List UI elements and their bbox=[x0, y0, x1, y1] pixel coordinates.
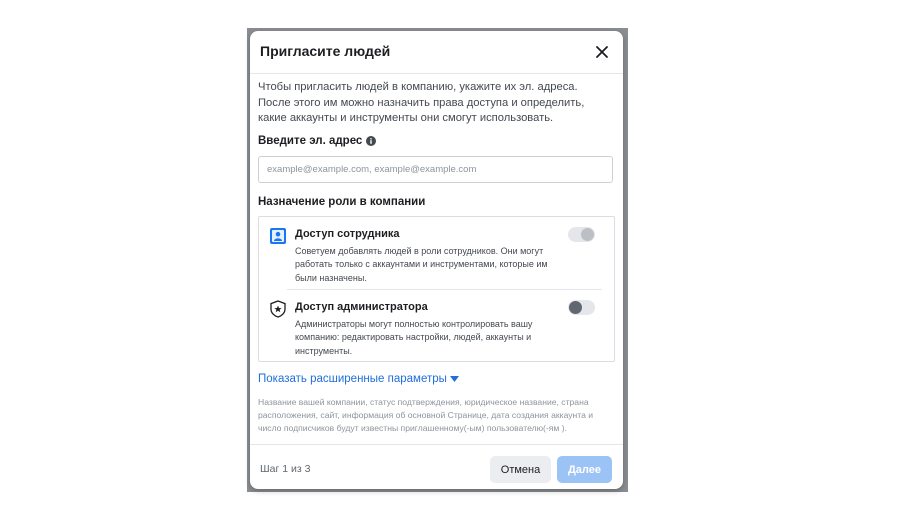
toggle-knob bbox=[581, 228, 594, 241]
caret-down-icon bbox=[449, 376, 459, 382]
email-field-label: Введите эл. адрес bbox=[258, 135, 377, 147]
dialog-title: Пригласите людей bbox=[260, 43, 391, 59]
email-label-text: Введите эл. адрес bbox=[258, 135, 363, 147]
role-admin: Доступ администратора Администраторы мог… bbox=[259, 300, 614, 360]
header-divider bbox=[250, 73, 623, 74]
roles-box: Доступ сотрудника Советуем добавлять люд… bbox=[258, 216, 615, 362]
privacy-note: Название вашей компании, статус подтверж… bbox=[258, 397, 594, 434]
show-advanced-options-link[interactable]: Показать расширенные параметры bbox=[258, 373, 459, 385]
roles-section-label: Назначение роли в компании bbox=[258, 196, 426, 208]
info-icon[interactable] bbox=[366, 136, 377, 146]
employee-access-toggle[interactable] bbox=[568, 227, 595, 242]
toggle-knob bbox=[569, 301, 582, 314]
role-admin-description: Администраторы могут полностью контролир… bbox=[295, 319, 533, 356]
employee-badge-icon bbox=[270, 228, 286, 244]
dialog-description: Чтобы пригласить людей в компанию, укажи… bbox=[258, 81, 585, 124]
role-employee-title: Доступ сотрудника bbox=[295, 228, 400, 240]
advanced-link-text: Показать расширенные параметры bbox=[258, 373, 447, 385]
footer-divider bbox=[250, 444, 623, 445]
email-input[interactable] bbox=[258, 156, 613, 183]
admin-access-toggle[interactable] bbox=[568, 300, 595, 315]
step-indicator: Шаг 1 из 3 bbox=[260, 463, 311, 475]
invite-people-dialog: Пригласите людей Чтобы пригласить людей … bbox=[250, 31, 623, 489]
role-employee: Доступ сотрудника Советуем добавлять люд… bbox=[259, 227, 614, 287]
roles-divider bbox=[287, 289, 602, 290]
cancel-button[interactable]: Отмена bbox=[490, 456, 551, 483]
admin-shield-icon bbox=[270, 300, 286, 318]
close-icon[interactable] bbox=[593, 43, 611, 61]
role-employee-description: Советуем добавлять людей в роли сотрудни… bbox=[295, 246, 548, 283]
next-button[interactable]: Далее bbox=[557, 456, 612, 483]
role-admin-title: Доступ администратора bbox=[295, 301, 428, 313]
